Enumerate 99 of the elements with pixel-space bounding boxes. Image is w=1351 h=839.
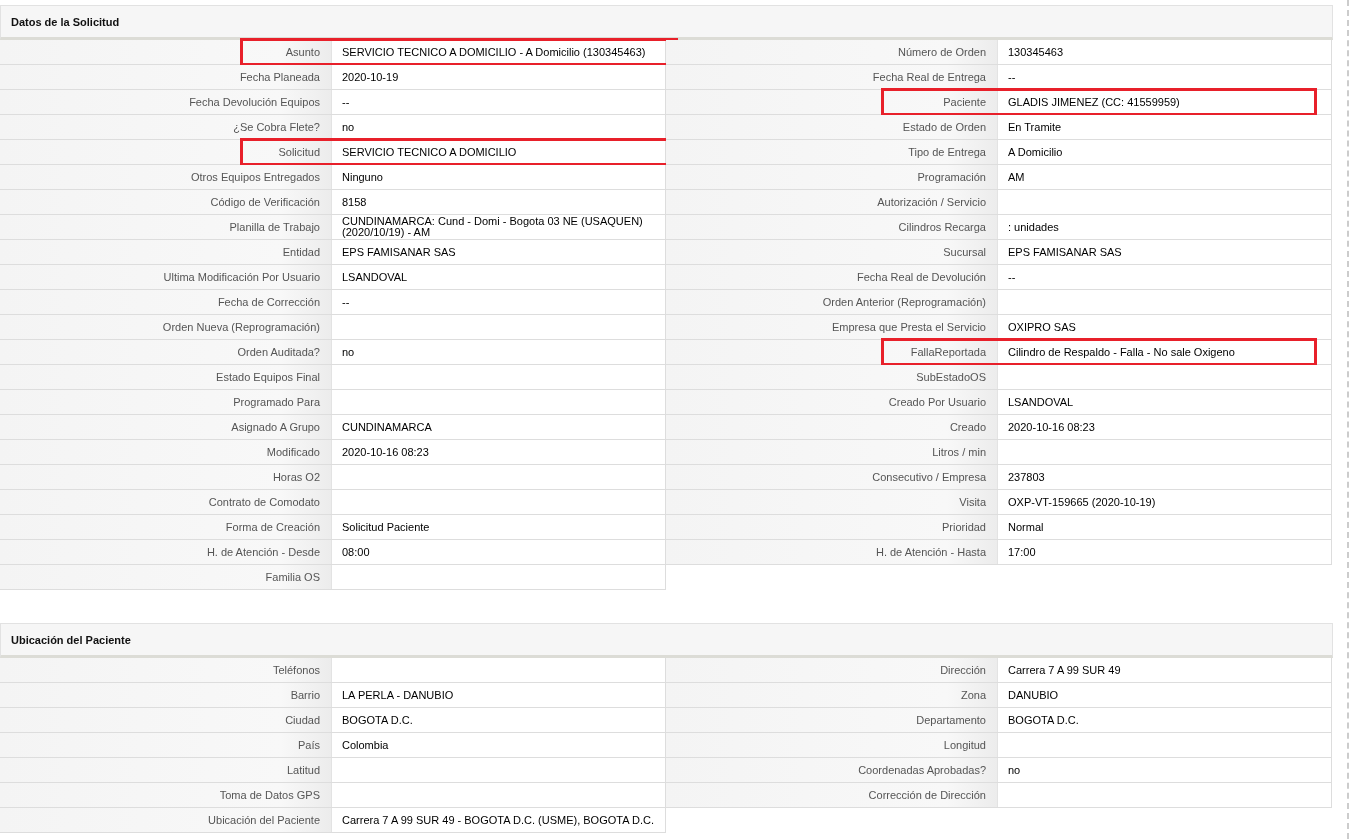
field-value: no (342, 121, 355, 133)
field-value: 17:00 (1008, 546, 1036, 558)
field-label: Cilindros Recarga (898, 221, 986, 233)
field-value: Solicitud Paciente (342, 521, 430, 533)
field-label: Fecha Real de Entrega (872, 71, 986, 83)
field-value: 2020-10-16 08:23 (342, 446, 429, 458)
field-value: -- (1008, 71, 1016, 83)
field-label: Programación (917, 171, 986, 183)
field-value: -- (342, 96, 350, 108)
field-label: Prioridad (941, 521, 986, 533)
field-label: Latitud (286, 764, 320, 776)
field-value: OXP-VT-159665 (2020-10-19) (1008, 496, 1156, 508)
field-label: Planilla de Trabajo (229, 221, 320, 233)
field-label: Sucursal (943, 246, 986, 258)
field-label: Empresa que Presta el Servicio (831, 321, 986, 333)
field-value: En Tramite (1008, 121, 1062, 133)
field-value: 2020-10-16 08:23 (1008, 421, 1095, 433)
field-value: Carrera 7 A 99 SUR 49 (1008, 664, 1121, 676)
field-label: Tipo de Entrega (908, 146, 986, 158)
field-label: H. de Atención - Hasta (875, 546, 986, 558)
field-label: Ubicación del Paciente (208, 814, 320, 826)
field-label: Fecha de Corrección (217, 296, 320, 308)
field-value: 2020-10-19 (342, 71, 399, 83)
field-value: 237803 (1008, 471, 1045, 483)
field-label: Número de Orden (897, 46, 986, 58)
field-value: LSANDOVAL (1008, 396, 1074, 408)
field-label: Zona (960, 689, 986, 701)
field-value: -- (1008, 271, 1016, 283)
field-label: Visita (959, 496, 986, 508)
field-label: Barrio (290, 689, 320, 701)
field-value: Ninguno (342, 171, 383, 183)
field-label: Programado Para (233, 396, 320, 408)
field-label: Otros Equipos Entregados (190, 171, 320, 183)
field-value: OXIPRO SAS (1008, 321, 1076, 333)
field-label: Teléfonos (272, 664, 320, 676)
field-label: Paciente (943, 96, 986, 108)
field-label: Entidad (282, 246, 320, 258)
field-value: 8158 (342, 196, 367, 208)
field-label: Coordenadas Aprobadas? (858, 764, 986, 776)
field-label: Asunto (285, 46, 320, 58)
field-label: Fecha Devolución Equipos (189, 96, 320, 108)
field-value: LA PERLA - DANUBIO (342, 689, 454, 701)
field-value: 08:00 (342, 546, 370, 558)
field-value: LSANDOVAL (342, 271, 408, 283)
field-label: Dirección (940, 664, 986, 676)
field-value: -- (342, 296, 350, 308)
field-label: Orden Auditada? (237, 346, 320, 358)
field-label: Toma de Datos GPS (219, 789, 320, 801)
field-label: Modificado (266, 446, 320, 458)
field-label: Fecha Real de Devolución (856, 271, 986, 283)
field-value: SERVICIO TECNICO A DOMICILIO - A Domicilio (130345463) (342, 46, 646, 58)
field-value: Normal (1008, 521, 1044, 533)
field-label: H. de Atención - Desde (206, 546, 320, 558)
field-label: Solicitud (278, 146, 320, 158)
field-value: EPS FAMISANAR SAS (342, 246, 456, 258)
field-label: Creado Por Usuario (888, 396, 986, 408)
field-value: no (342, 346, 355, 358)
field-label: ¿Se Cobra Flete? (233, 121, 320, 133)
field-value: EPS FAMISANAR SAS (1008, 246, 1122, 258)
field-value: CUNDINAMARCA: Cund - Domi - Bogota 03 NE (USAQUEN) (2020/10/19) - AM (342, 216, 644, 238)
field-label: Consecutivo / Empresa (872, 471, 986, 483)
field-label: Estado de Orden (902, 121, 986, 133)
field-label: Fecha Planeada (239, 71, 320, 83)
field-value: AM (1008, 171, 1025, 183)
field-label: Autorización / Servicio (877, 196, 986, 208)
field-label: Corrección de Dirección (868, 789, 986, 801)
section-title: Ubicación del Paciente (11, 633, 131, 646)
field-label: Ultima Modificación Por Usuario (163, 271, 320, 283)
field-label: Forma de Creación (225, 521, 320, 533)
field-value: 130345463 (1008, 46, 1064, 58)
field-label: Contrato de Comodato (208, 496, 320, 508)
field-value: CUNDINAMARCA (342, 421, 432, 433)
field-value: DANUBIO (1008, 689, 1059, 701)
field-label: Familia OS (265, 571, 320, 583)
field-value: Colombia (342, 739, 389, 751)
field-label: FallaReportada (910, 346, 986, 358)
field-label: Ciudad (285, 714, 320, 726)
field-label: Asignado A Grupo (231, 421, 320, 433)
field-label: Orden Nueva (Reprogramación) (162, 321, 320, 333)
field-label: SubEstadoOS (916, 371, 986, 383)
field-value: SERVICIO TECNICO A DOMICILIO (342, 146, 517, 158)
field-value: no (1008, 764, 1021, 776)
field-value: GLADIS JIMENEZ (CC: 41559959) (1008, 96, 1180, 108)
field-label: Creado (949, 421, 986, 433)
field-value: Carrera 7 A 99 SUR 49 - BOGOTA D.C. (USME), BOGOTA D.C. (342, 814, 654, 826)
field-label: Orden Anterior (Reprogramación) (822, 296, 986, 308)
section-title: Datos de la Solicitud (11, 15, 120, 28)
field-value: BOGOTA D.C. (342, 714, 413, 726)
field-label: Departamento (916, 714, 986, 726)
field-label: País (298, 739, 320, 751)
field-label: Código de Verificación (210, 196, 320, 208)
field-value: A Domicilio (1008, 146, 1063, 158)
field-label: Horas O2 (272, 471, 320, 483)
field-label: Longitud (943, 739, 986, 751)
field-label: Litros / min (932, 446, 986, 458)
field-value: BOGOTA D.C. (1008, 714, 1079, 726)
field-value: Cilindro de Respaldo - Falla - No sale Oxigeno (1008, 346, 1235, 358)
field-label: Estado Equipos Final (216, 371, 320, 383)
field-value: : unidades (1008, 221, 1059, 233)
